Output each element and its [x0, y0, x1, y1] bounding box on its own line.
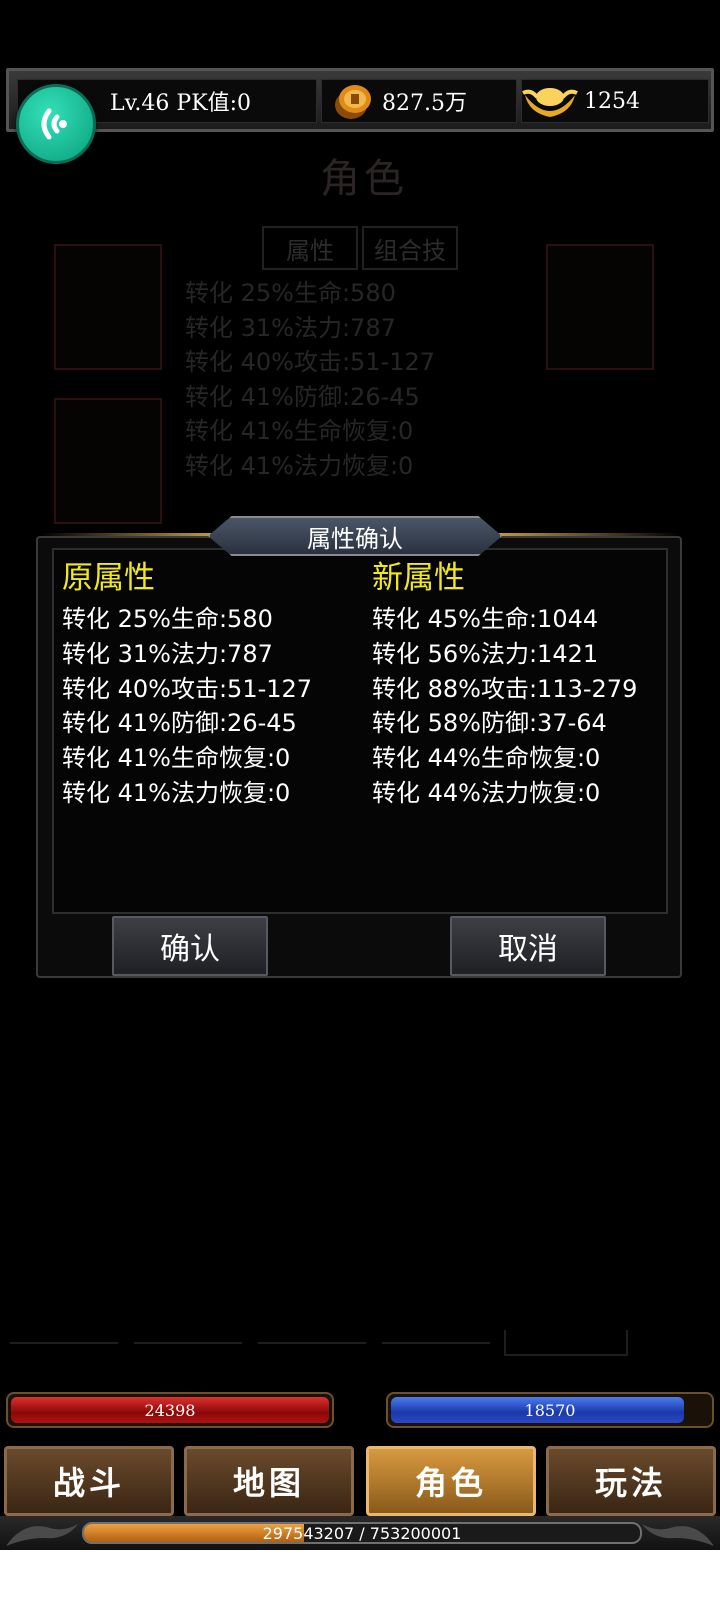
equipment-slot[interactable] — [546, 244, 654, 370]
new-attr-row: 转化 44%法力恢复:0 — [372, 778, 601, 807]
old-attr-row: 转化 41%防御:26-45 — [62, 709, 297, 738]
hp-value: 24398 — [144, 1400, 196, 1420]
old-attr-row: 转化 31%法力:787 — [62, 639, 273, 668]
equipment-slot[interactable] — [54, 398, 162, 524]
old-attributes-heading: 原属性 — [62, 560, 155, 596]
gold-value: 1254 — [584, 88, 640, 114]
cancel-button[interactable]: 取消 — [450, 916, 606, 976]
background-attr-row: 转化 40%攻击:51-127 — [185, 348, 436, 376]
background-attr-row: 转化 41%生命恢复:0 — [185, 417, 414, 445]
gold-ingot-icon — [522, 88, 578, 117]
bg-bottom-tab — [258, 1330, 366, 1344]
background-attribute-list: 转化 25%生命:580 转化 31%法力:787 转化 40%攻击:51-12… — [185, 276, 435, 483]
old-attr-row: 转化 41%法力恢复:0 — [62, 778, 291, 807]
bg-bottom-tab — [382, 1330, 490, 1344]
nav-battle[interactable]: 战斗 — [4, 1446, 174, 1516]
background-attr-row: 转化 41%法力恢复:0 — [185, 451, 414, 480]
hp-bar: 24398 — [6, 1392, 334, 1428]
dragon-ornament-icon — [642, 1524, 714, 1546]
exp-bar: 297543207 / 753200001 — [82, 1522, 642, 1544]
bg-bottom-tab — [10, 1330, 118, 1344]
background-attr-row: 转化 25%生命:580 — [185, 279, 396, 307]
equipment-slot[interactable] — [54, 244, 162, 370]
level-pk-text: Lv.46 PK值:0 — [110, 91, 252, 116]
new-attr-row: 转化 45%生命:1044 — [372, 605, 599, 633]
coin-stack-icon — [335, 85, 371, 119]
confirm-button[interactable]: 确认 — [112, 916, 268, 976]
tab-attributes[interactable]: 属性 — [262, 226, 358, 270]
new-attr-row: 转化 44%生命恢复:0 — [372, 744, 601, 773]
nav-gameplay[interactable]: 玩法 — [546, 1446, 716, 1516]
bg-bottom-tab — [504, 1330, 628, 1356]
new-attr-row: 转化 88%攻击:113-279 — [372, 674, 638, 703]
old-attr-row: 转化 25%生命:580 — [62, 605, 273, 633]
dragon-ornament-icon — [6, 1524, 78, 1546]
new-attributes-column: 新属性 转化 45%生命:1044 转化 56%法力:1421 转化 88%攻击… — [372, 554, 637, 811]
background-attr-row: 转化 31%法力:787 — [185, 313, 396, 342]
top-status-bar: Lv.46 PK值:0 827.5万 1254 — [6, 68, 714, 132]
nav-character[interactable]: 角色 — [366, 1446, 536, 1516]
assistant-bubble-icon[interactable] — [16, 84, 96, 164]
dialog-title: 属性确认 — [208, 516, 502, 556]
old-attr-row: 转化 41%生命恢复:0 — [62, 744, 291, 773]
exp-value: 297543207 / 753200001 — [262, 1523, 462, 1543]
mp-value: 18570 — [524, 1400, 576, 1420]
tab-combo-skills[interactable]: 组合技 — [362, 226, 458, 270]
system-bottom-area — [0, 1550, 720, 1600]
money-value: 827.5万 — [382, 91, 467, 116]
new-attributes-heading: 新属性 — [372, 560, 465, 596]
bg-bottom-tab — [134, 1330, 242, 1344]
new-attr-row: 转化 56%法力:1421 — [372, 639, 599, 668]
page-title: 角色 — [320, 156, 408, 202]
old-attr-row: 转化 40%攻击:51-127 — [62, 674, 313, 703]
nav-map[interactable]: 地图 — [184, 1446, 354, 1516]
new-attr-row: 转化 58%防御:37-64 — [372, 709, 607, 738]
mp-bar: 18570 — [386, 1392, 714, 1428]
background-attr-row: 转化 41%防御:26-45 — [185, 382, 420, 411]
exp-bar-frame: 297543207 / 753200001 — [0, 1516, 720, 1550]
old-attributes-column: 原属性 转化 25%生命:580 转化 31%法力:787 转化 40%攻击:5… — [62, 554, 312, 811]
